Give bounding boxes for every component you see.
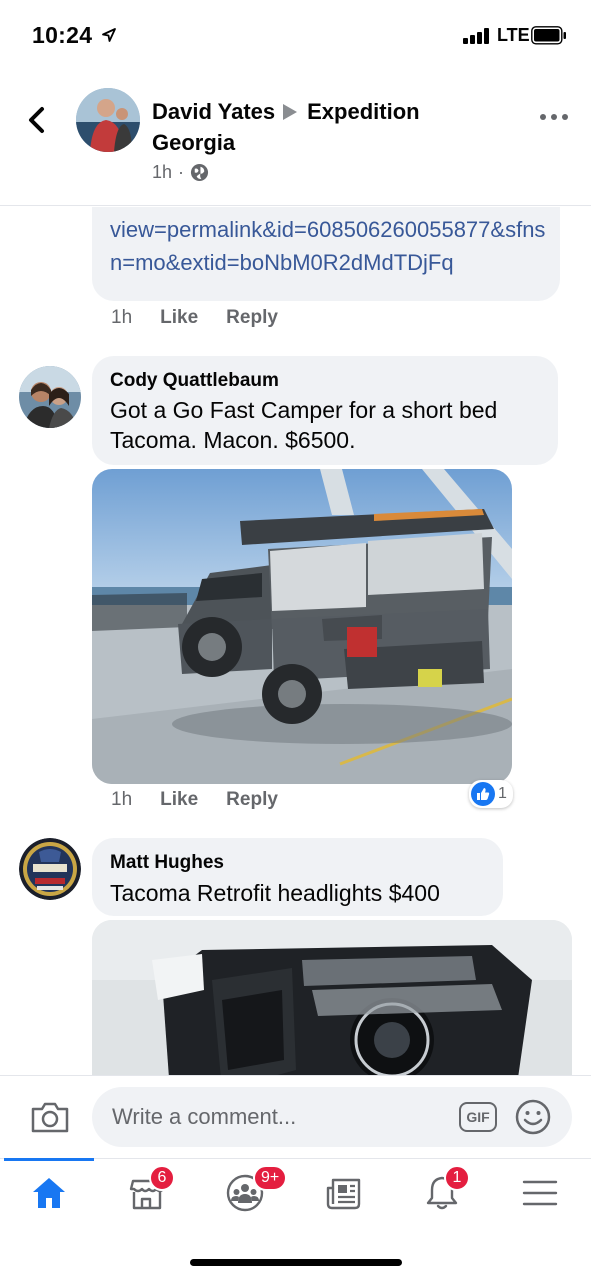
commenter-avatar[interactable] [19,366,81,428]
battery-icon [531,26,566,45]
comment-photo-headlight[interactable] [92,920,572,1075]
emoji-icon[interactable] [515,1099,551,1135]
post-meta: 1h · [152,162,209,183]
post-time: 1h [152,162,173,182]
comment-link[interactable]: view=permalink&id=608506260055877&sfnsn=… [110,213,550,279]
comment-bubble: view=permalink&id=608506260055877&sfnsn=… [92,207,560,301]
reaction-summary[interactable]: 1 [469,780,513,808]
tab-groups[interactable]: 9+ [196,1159,294,1239]
status-time: 10:24 [32,22,93,48]
home-indicator[interactable] [190,1259,402,1266]
comment-time: 1h [111,307,133,328]
tab-marketplace[interactable]: 6 [98,1159,196,1239]
network-label: LTE [497,25,530,45]
comment-composer: GIF [0,1075,591,1158]
post-title: David Yates Expedition Georgia [152,96,472,158]
news-icon [326,1178,361,1210]
commenter-name[interactable]: Cody Quattlebaum [110,370,279,392]
author-name[interactable]: David Yates [152,99,275,124]
like-button[interactable]: Like [160,307,198,329]
home-icon [33,1178,65,1208]
commenter-name[interactable]: Matt Hughes [110,852,224,874]
notification-badge: 1 [444,1165,470,1191]
comment-time: 1h [111,789,133,810]
notification-badge: 9+ [253,1165,288,1191]
signal-icon [463,28,493,44]
gif-button[interactable]: GIF [459,1102,497,1132]
comment-bubble: Cody Quattlebaum Got a Go Fast Camper fo… [92,356,558,465]
comment-actions: 1h Like Reply [111,789,278,811]
more-options-button[interactable] [540,114,568,124]
notification-badge: 6 [149,1165,175,1191]
like-button[interactable]: Like [160,789,198,811]
reply-button[interactable]: Reply [226,307,278,329]
post-header: David Yates Expedition Georgia 1h · [0,70,591,206]
comments-list: view=permalink&id=608506260055877&sfnsn=… [0,207,591,1075]
comment-actions: 1h Like Reply [111,307,278,329]
meta-dot: · [178,162,185,182]
reaction-count: 1 [498,785,507,802]
tab-menu[interactable] [491,1159,589,1239]
comment-text-line: Got a Go Fast Camper for a short bed [110,397,498,423]
menu-icon [522,1180,558,1206]
status-bar: 10:24 LTE [0,0,591,70]
commenter-avatar[interactable] [19,838,81,900]
author-avatar[interactable] [76,88,140,152]
back-button[interactable] [22,100,52,140]
comment-text: Tacoma Retrofit headlights $400 [110,880,440,906]
tab-home[interactable] [0,1158,98,1239]
comment-photo-truck[interactable] [92,469,512,784]
reply-button[interactable]: Reply [226,789,278,811]
globe-icon [190,163,209,182]
location-arrow-icon [102,28,116,42]
comment-bubble: Matt Hughes Tacoma Retrofit headlights $… [92,838,503,916]
tab-news[interactable] [295,1159,393,1239]
comment-input[interactable] [92,1087,572,1147]
caret-right-icon [283,104,298,121]
tab-notifications[interactable]: 1 [393,1159,491,1239]
camera-icon[interactable] [30,1100,70,1134]
comment-text-line: Tacoma. Macon. $6500. [110,427,356,453]
tab-bar: 6 9+ 1 [0,1158,591,1238]
thumbs-up-icon [471,782,495,806]
